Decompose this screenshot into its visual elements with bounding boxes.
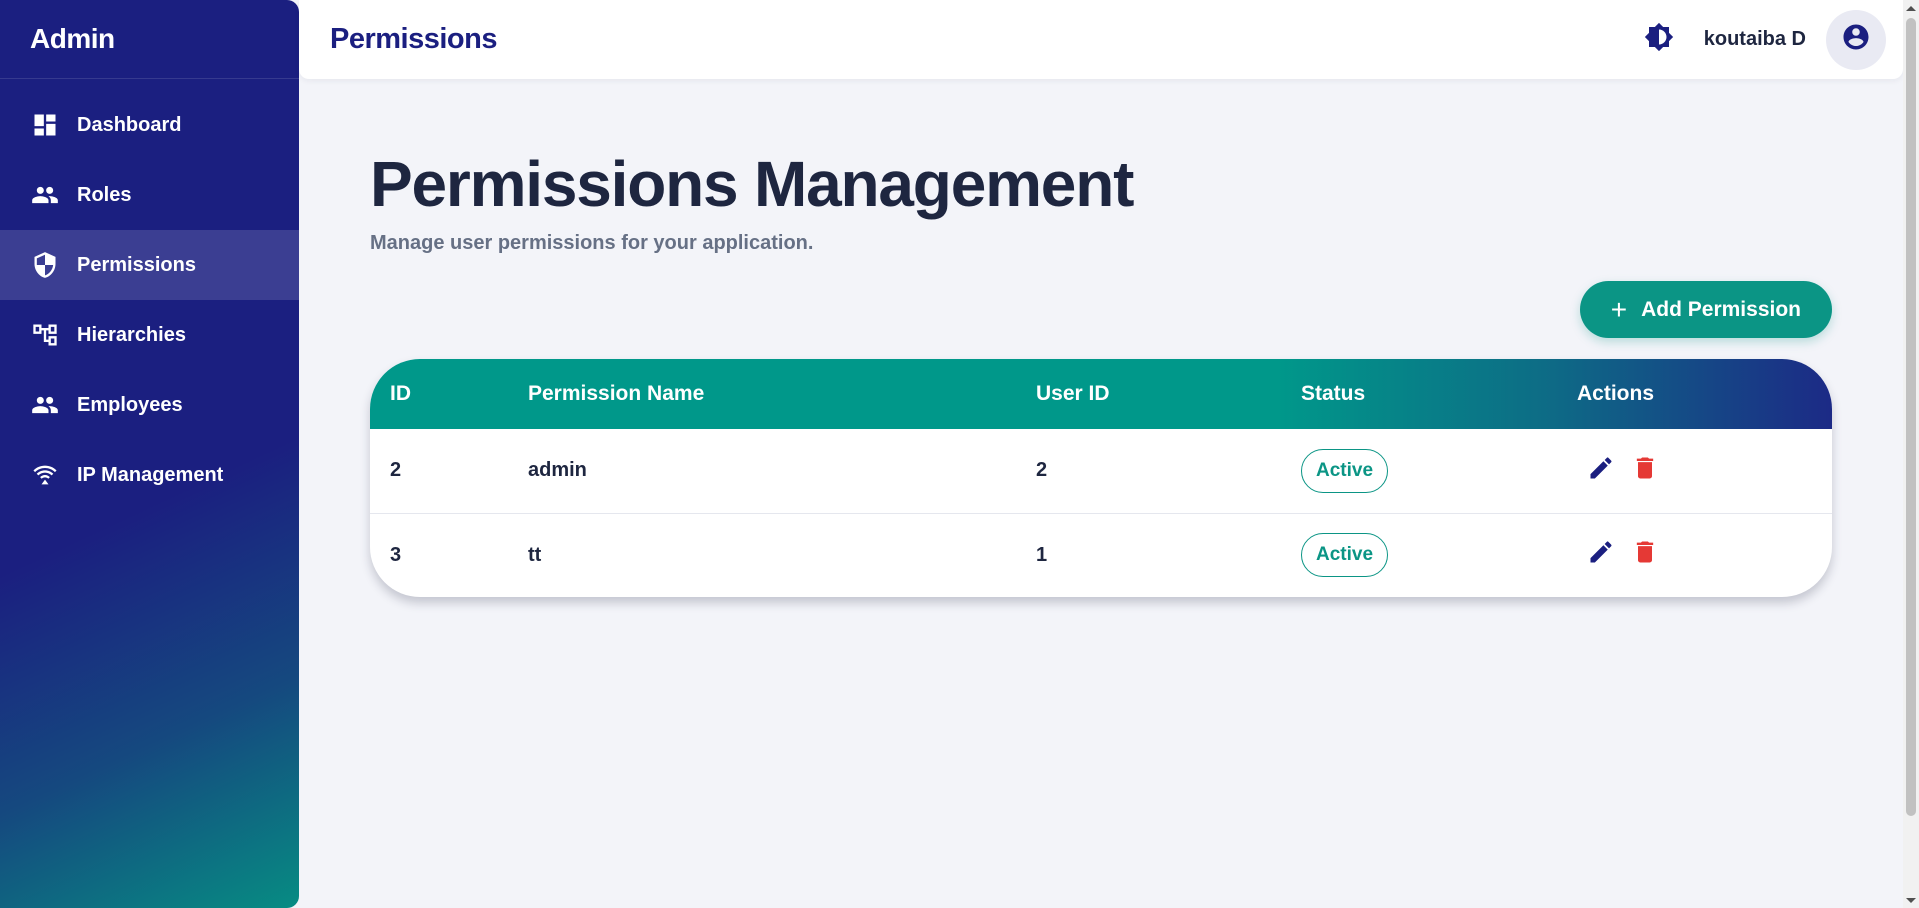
cell-status: Active — [1301, 429, 1577, 513]
cell-actions — [1577, 512, 1832, 597]
delete-button[interactable] — [1629, 455, 1661, 487]
dashboard-icon — [31, 111, 59, 139]
table-body: 2 admin 2 Active 3 tt 1 Active — [370, 429, 1832, 597]
column-header-status: Status — [1301, 382, 1366, 405]
topbar: Permissions koutaiba D — [299, 0, 1903, 79]
cell-permission-name: admin — [528, 459, 587, 482]
people-icon — [31, 181, 59, 209]
page-scrollbar[interactable] — [1903, 0, 1919, 908]
table-row: 2 admin 2 Active — [370, 429, 1832, 513]
column-header-actions: Actions — [1577, 382, 1655, 405]
main-content: Permissions Management Manage user permi… — [370, 79, 1832, 597]
edit-button[interactable] — [1585, 539, 1617, 571]
column-header-user-id: User ID — [1036, 382, 1110, 405]
sidebar-item-label: Permissions — [77, 253, 196, 276]
account-circle-icon — [1841, 22, 1871, 57]
topbar-right: koutaiba D — [1639, 9, 1886, 70]
status-badge: Active — [1301, 448, 1389, 493]
sidebar-item-hierarchies[interactable]: Hierarchies — [0, 300, 299, 370]
sidebar-item-label: IP Management — [77, 463, 224, 486]
row-actions — [1577, 539, 1832, 571]
permissions-table: ID Permission Name User ID Status Action… — [370, 359, 1832, 597]
sidebar-item-permissions[interactable]: Permissions — [0, 230, 299, 300]
delete-button[interactable] — [1629, 539, 1661, 571]
table-row: 3 tt 1 Active — [370, 512, 1832, 597]
permissions-table-card: ID Permission Name User ID Status Action… — [370, 359, 1832, 597]
sidebar: Admin Dashboard Roles Permissions Hierar… — [0, 0, 299, 908]
add-permission-label: Add Permission — [1641, 297, 1801, 321]
cell-user-id: 2 — [1036, 459, 1048, 482]
edit-button[interactable] — [1585, 455, 1617, 487]
hierarchy-icon — [31, 321, 59, 349]
theme-toggle-button[interactable] — [1639, 20, 1679, 60]
sidebar-item-label: Dashboard — [77, 113, 182, 136]
plus-icon: + — [1610, 293, 1628, 325]
sidebar-item-label: Roles — [77, 183, 132, 206]
sidebar-item-label: Hierarchies — [77, 323, 186, 346]
pencil-icon — [1587, 538, 1615, 572]
sidebar-brand: Admin — [0, 0, 299, 79]
scroll-thumb[interactable] — [1906, 18, 1916, 816]
cell-id: 3 — [370, 512, 528, 597]
username-label: koutaiba D — [1703, 28, 1806, 50]
actions-row: + Add Permission — [370, 281, 1832, 338]
sidebar-item-label: Employees — [77, 393, 183, 416]
status-badge: Active — [1301, 533, 1389, 578]
cell-id: 2 — [390, 459, 402, 482]
sidebar-item-employees[interactable]: Employees — [0, 370, 299, 440]
pencil-icon — [1587, 454, 1615, 488]
row-actions — [1577, 455, 1832, 487]
table-header: ID Permission Name User ID Status Action… — [370, 359, 1832, 429]
trash-icon — [1631, 454, 1659, 488]
table-header-row: ID Permission Name User ID Status Action… — [370, 359, 1832, 429]
add-permission-button[interactable]: + Add Permission — [1579, 281, 1832, 338]
scroll-down-arrow-icon[interactable] — [1903, 892, 1919, 908]
sidebar-item-roles[interactable]: Roles — [0, 160, 299, 230]
cell-permission-name: tt — [528, 512, 1036, 597]
network-icon — [31, 461, 59, 489]
sidebar-item-ip-management[interactable]: IP Management — [0, 440, 299, 510]
cell-status: Active — [1301, 512, 1577, 597]
page-header-title: Permissions — [330, 23, 497, 55]
sidebar-nav: Dashboard Roles Permissions Hierarchies — [0, 79, 299, 510]
cell-user-id: 1 — [1036, 512, 1301, 597]
trash-icon — [1631, 538, 1659, 572]
column-header-permission-name: Permission Name — [528, 382, 705, 405]
sidebar-item-dashboard[interactable]: Dashboard — [0, 90, 299, 160]
scroll-up-arrow-icon[interactable] — [1903, 0, 1919, 16]
brightness-icon — [1644, 22, 1674, 57]
page-subtitle: Manage user permissions for your applica… — [370, 232, 814, 254]
app-root: Admin Dashboard Roles Permissions Hierar… — [0, 0, 1919, 908]
page-title: Permissions Management — [370, 148, 1134, 220]
shield-icon — [31, 251, 59, 279]
people-icon — [31, 391, 59, 419]
column-header-id: ID — [390, 382, 411, 405]
cell-actions — [1577, 429, 1832, 513]
user-menu-button[interactable] — [1826, 9, 1886, 70]
